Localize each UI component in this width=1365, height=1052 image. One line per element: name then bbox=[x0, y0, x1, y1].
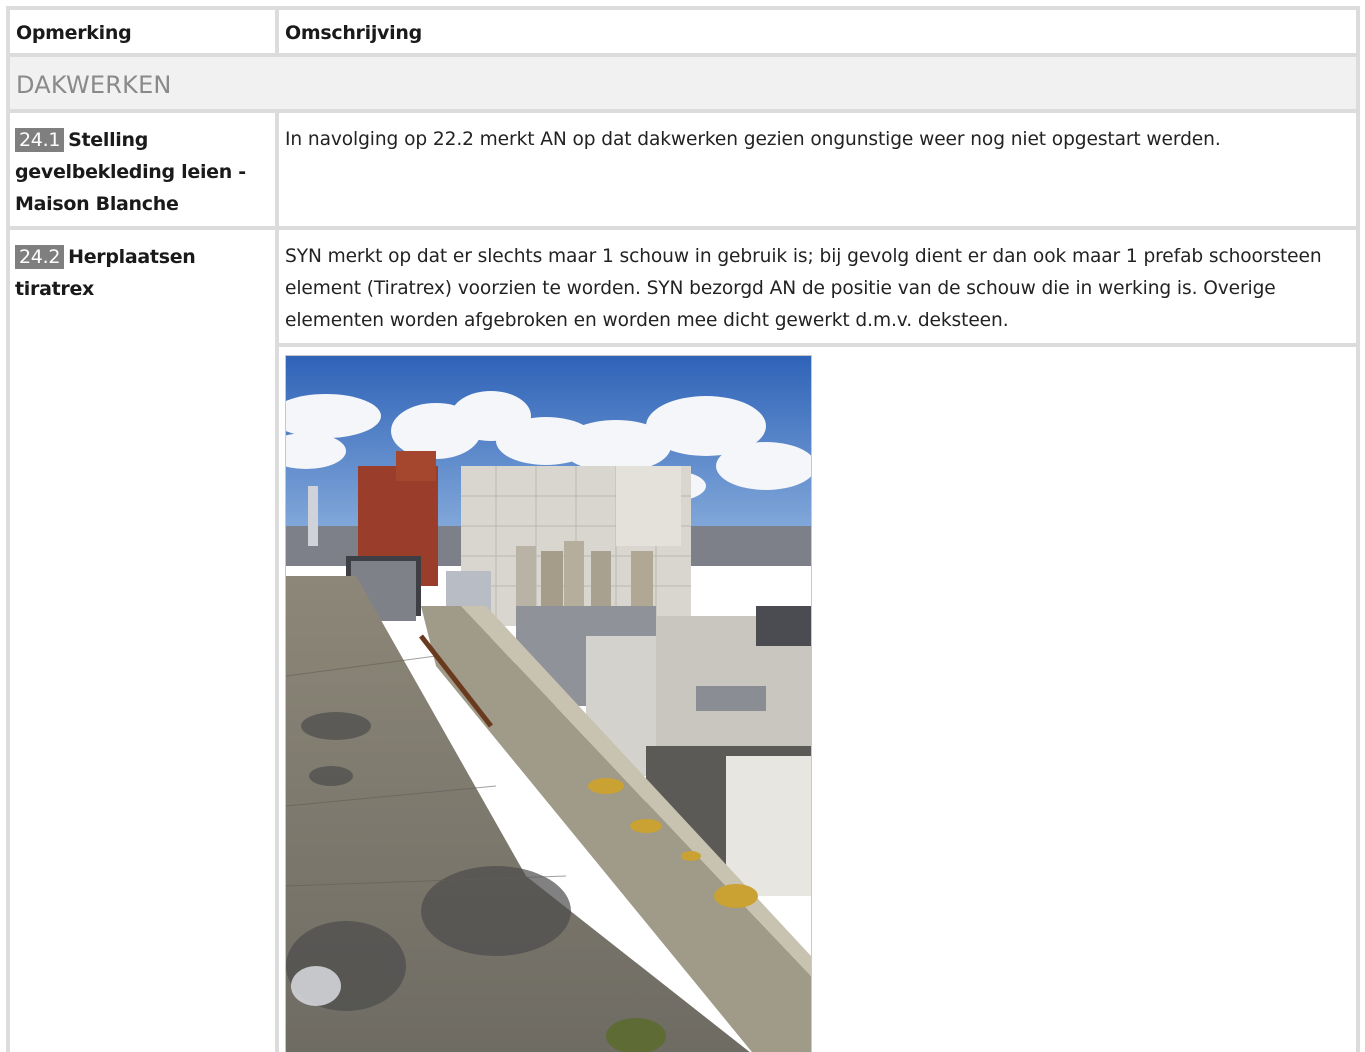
description-cell: In navolging op 22.2 merkt AN op dat dak… bbox=[279, 113, 1356, 226]
rooftop-photo-image bbox=[286, 356, 811, 1052]
table-row: 24.2 Herplaatsen tiratrex SYN merkt op da… bbox=[10, 230, 1356, 1052]
table-row: 24.1 Stelling gevelbekleding leien - Mais… bbox=[10, 113, 1356, 226]
photo-cell bbox=[279, 347, 1356, 1052]
header-remark: Opmerking bbox=[10, 10, 275, 53]
item-number-badge: 24.1 bbox=[15, 128, 65, 152]
item-number-badge: 24.2 bbox=[15, 245, 65, 269]
remark-cell: 24.1 Stelling gevelbekleding leien - Mais… bbox=[10, 113, 275, 226]
table-header-row: Opmerking Omschrijving bbox=[10, 10, 1356, 53]
report-page: Opmerking Omschrijving DAKWERKEN 24.1 Ste… bbox=[0, 0, 1365, 1052]
header-description: Omschrijving bbox=[279, 10, 1356, 53]
section-title: DAKWERKEN bbox=[10, 57, 1356, 109]
description-cell: SYN merkt op dat er slechts maar 1 schou… bbox=[279, 230, 1356, 343]
section-row: DAKWERKEN bbox=[10, 57, 1356, 109]
remarks-table: Opmerking Omschrijving DAKWERKEN 24.1 Ste… bbox=[6, 6, 1360, 1052]
rooftop-photo[interactable] bbox=[285, 355, 812, 1052]
remark-cell: 24.2 Herplaatsen tiratrex bbox=[10, 230, 275, 1052]
